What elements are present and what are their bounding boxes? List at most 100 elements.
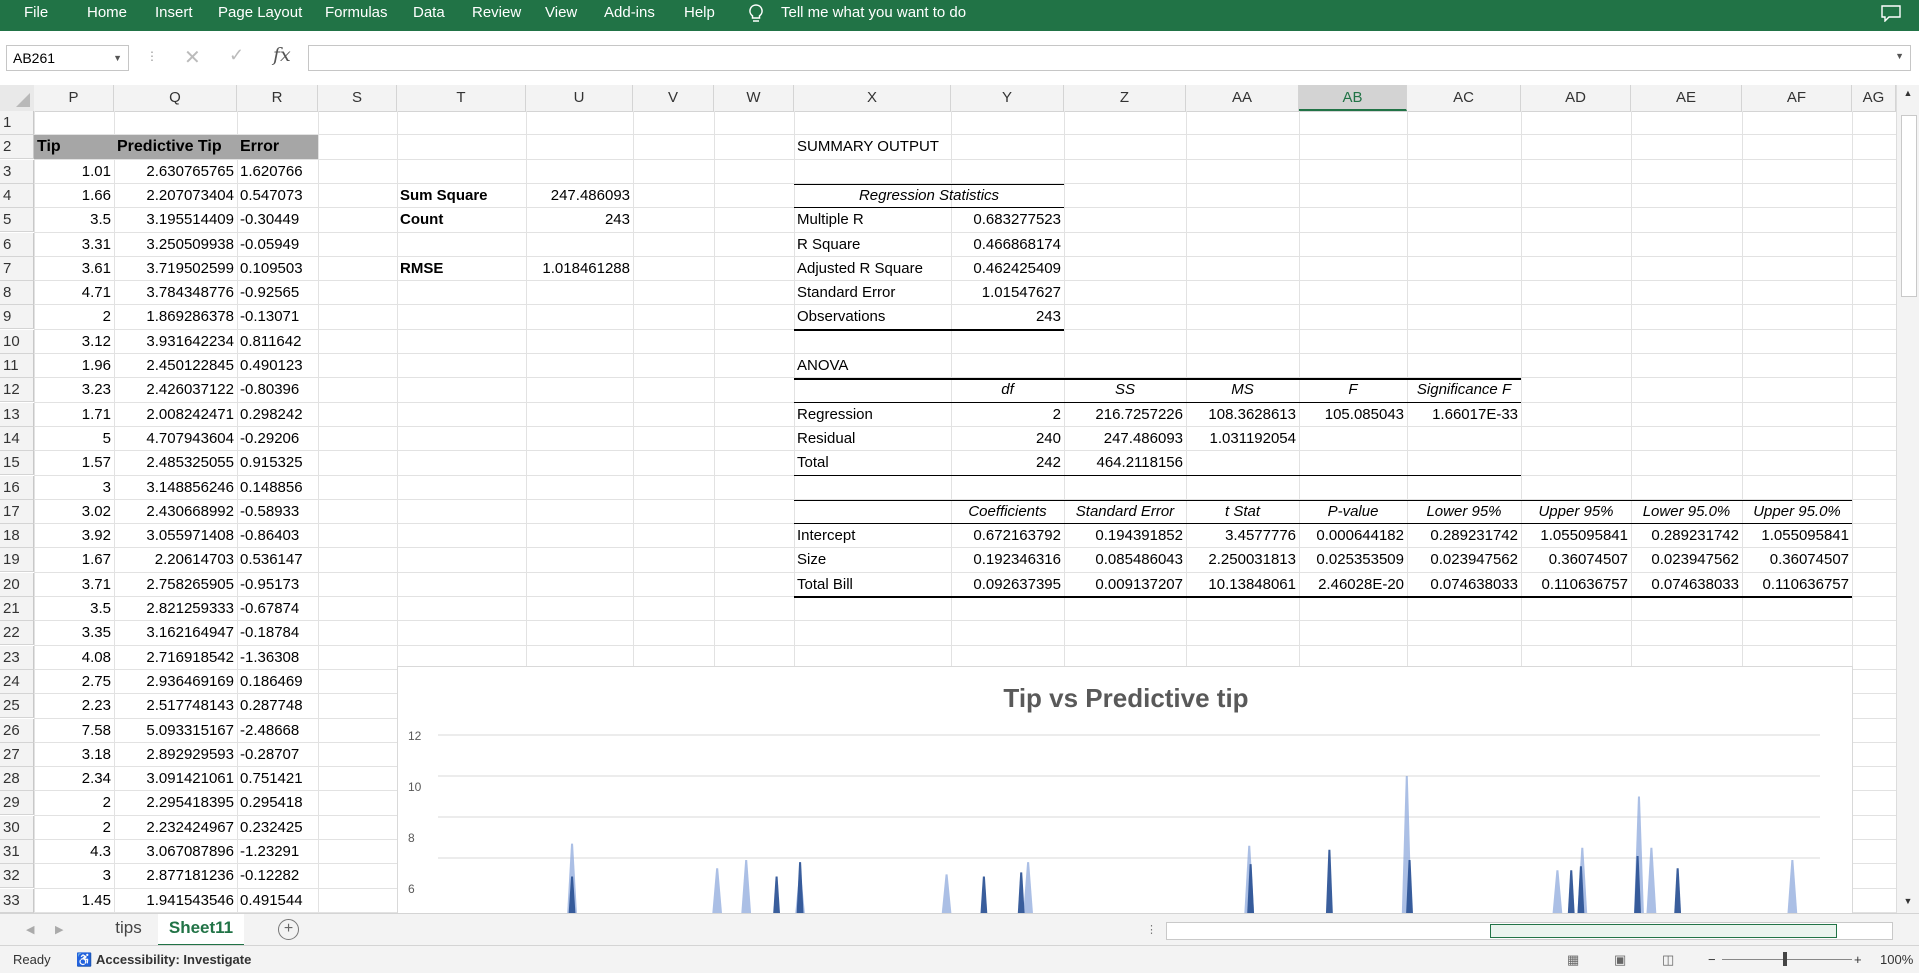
error-cell[interactable]: 0.811642	[237, 330, 318, 354]
error-cell[interactable]: -1.23291	[237, 840, 318, 864]
error-cell[interactable]: -0.05949	[237, 233, 318, 257]
normal-view-icon[interactable]: ▦	[1567, 952, 1579, 968]
error-cell[interactable]: -0.86403	[237, 524, 318, 548]
column-header[interactable]: S	[318, 85, 397, 111]
zoom-level[interactable]: 100%	[1880, 952, 1913, 967]
column-header-selected[interactable]: AB	[1299, 85, 1407, 111]
predictive-tip-cell[interactable]: 2.450122845	[114, 354, 237, 378]
anova-cell[interactable]: 247.486093	[1064, 427, 1186, 451]
row-header[interactable]: 29	[0, 791, 34, 816]
predictive-tip-cell[interactable]: 2.936469169	[114, 670, 237, 694]
hscroll-options-icon[interactable]: ⋮	[1146, 923, 1157, 936]
coef-cell[interactable]: 1.055095841	[1742, 524, 1852, 548]
tab-page-layout[interactable]: Page Layout	[218, 0, 302, 31]
predictive-tip-cell[interactable]: 3.784348776	[114, 281, 237, 305]
stat-value[interactable]: 1.01547627	[951, 281, 1064, 305]
error-cell[interactable]: -0.30449	[237, 208, 318, 232]
row-header[interactable]: 11	[0, 354, 34, 378]
tip-cell[interactable]: 2	[34, 305, 114, 329]
row-header[interactable]: 21	[0, 597, 34, 621]
column-header[interactable]: AC	[1407, 85, 1521, 111]
coef-cell[interactable]: 3.4577776	[1186, 524, 1299, 548]
predictive-tip-cell[interactable]: 2.207073404	[114, 184, 237, 208]
scroll-thumb[interactable]	[1901, 115, 1917, 297]
tell-me-search[interactable]: Tell me what you want to do	[781, 0, 966, 31]
coef-cell[interactable]: Intercept	[794, 524, 951, 548]
tip-cell[interactable]: 3.02	[34, 500, 114, 524]
coef-cell[interactable]: 0.110636757	[1742, 573, 1852, 597]
vertical-scrollbar[interactable]: ▲ ▼	[1896, 85, 1919, 913]
tab-data[interactable]: Data	[413, 0, 445, 31]
coef-cell[interactable]: 10.13848061	[1186, 573, 1299, 597]
error-cell[interactable]: -0.58933	[237, 500, 318, 524]
coef-cell[interactable]: 0.092637395	[951, 573, 1064, 597]
anova-cell[interactable]	[1299, 427, 1407, 451]
row-header[interactable]: 18	[0, 524, 34, 549]
sheet-tab-tips[interactable]: tips	[106, 914, 151, 944]
column-header[interactable]: X	[794, 85, 951, 111]
predictive-tip-cell[interactable]: 3.931642234	[114, 330, 237, 354]
anova-cell[interactable]: 464.2118156	[1064, 451, 1186, 475]
row-header[interactable]: 27	[0, 742, 34, 767]
column-header[interactable]: Q	[114, 85, 237, 111]
anova-title[interactable]: ANOVA	[794, 354, 951, 378]
predictive-tip-cell[interactable]: 2.430668992	[114, 500, 237, 524]
coef-cell[interactable]: 0.110636757	[1521, 573, 1631, 597]
row-header[interactable]: 13	[0, 402, 34, 427]
error-cell[interactable]: -0.28707	[237, 743, 318, 767]
row-header[interactable]: 23	[0, 645, 34, 670]
stat-value[interactable]: 243	[951, 305, 1064, 329]
predictive-tip-cell[interactable]: 2.758265905	[114, 573, 237, 597]
coef-cell[interactable]: 0.289231742	[1407, 524, 1521, 548]
predictive-tip-cell[interactable]: 1.869286378	[114, 305, 237, 329]
stat-value[interactable]: 0.683277523	[951, 208, 1064, 232]
accessibility-status[interactable]: Accessibility: Investigate	[96, 952, 251, 967]
predictive-tip-cell[interactable]: 2.877181236	[114, 864, 237, 888]
anova-cell[interactable]	[1407, 427, 1521, 451]
metric-value[interactable]: 247.486093	[526, 184, 633, 208]
metric-label[interactable]: RMSE	[397, 257, 526, 281]
tab-insert[interactable]: Insert	[155, 0, 193, 31]
predictive-tip-cell[interactable]: 5.093315167	[114, 719, 237, 743]
row-header[interactable]: 28	[0, 767, 34, 792]
coef-cell[interactable]: 0.023947562	[1407, 548, 1521, 572]
tab-review[interactable]: Review	[472, 0, 521, 31]
row-header[interactable]: 30	[0, 815, 34, 840]
tab-help[interactable]: Help	[684, 0, 715, 31]
tip-cell[interactable]: 5	[34, 427, 114, 451]
metric-label[interactable]: Count	[397, 208, 526, 232]
predictive-tip-cell[interactable]: 1.941543546	[114, 889, 237, 913]
hscroll-thumb[interactable]	[1490, 924, 1837, 938]
row-header[interactable]: 22	[0, 621, 34, 646]
error-cell[interactable]: -0.12282	[237, 864, 318, 888]
metric-value[interactable]: 243	[526, 208, 633, 232]
row-header[interactable]: 8	[0, 281, 34, 306]
tip-cell[interactable]: 3.23	[34, 378, 114, 402]
predictive-tip-cell[interactable]: 2.232424967	[114, 816, 237, 840]
row-header[interactable]: 31	[0, 840, 34, 864]
error-cell[interactable]: -0.67874	[237, 597, 318, 621]
anova-header[interactable]: MS	[1186, 378, 1299, 402]
coef-cell[interactable]: 0.074638033	[1407, 573, 1521, 597]
coef-cell[interactable]: 2.46028E-20	[1299, 573, 1407, 597]
anova-cell[interactable]: 1.66017E-33	[1407, 403, 1521, 427]
error-cell[interactable]: 0.491544	[237, 889, 318, 913]
tab-next-icon[interactable]: ▶	[55, 923, 63, 936]
scroll-down-icon[interactable]: ▼	[1901, 896, 1915, 910]
row-header[interactable]: 25	[0, 694, 34, 719]
anova-cell[interactable]	[1299, 451, 1407, 475]
column-header[interactable]: R	[237, 85, 318, 111]
stat-label[interactable]: R Square	[794, 233, 951, 257]
column-header[interactable]: P	[34, 85, 114, 111]
row-header[interactable]: 15	[0, 451, 34, 476]
error-cell[interactable]: -0.29206	[237, 427, 318, 451]
chevron-down-icon[interactable]: ▼	[113, 46, 122, 70]
coef-cell[interactable]: 0.192346316	[951, 548, 1064, 572]
tab-view[interactable]: View	[545, 0, 577, 31]
name-box[interactable]: AB261 ▼	[6, 45, 129, 71]
coef-cell[interactable]: Size	[794, 548, 951, 572]
row-header[interactable]: 17	[0, 499, 34, 524]
coef-cell[interactable]: 0.36074507	[1742, 548, 1852, 572]
tip-cell[interactable]: 3.5	[34, 208, 114, 232]
more-options-icon[interactable]: ⋮	[146, 49, 158, 63]
